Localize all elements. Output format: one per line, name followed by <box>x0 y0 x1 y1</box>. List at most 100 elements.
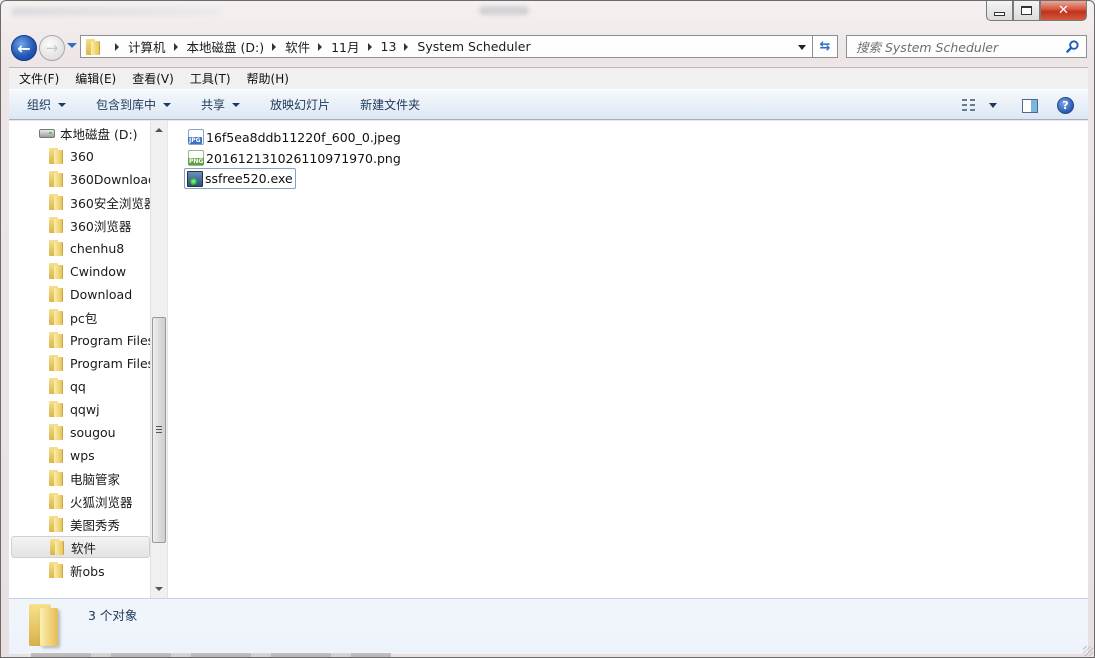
help-button[interactable]: ? <box>1057 97 1074 114</box>
folder-icon <box>49 332 63 348</box>
tree-item-folder[interactable]: pc包 <box>9 306 150 328</box>
search-icon[interactable] <box>1065 39 1080 54</box>
organize-button[interactable]: 组织 <box>27 96 67 113</box>
address-history-dropdown[interactable] <box>798 45 806 50</box>
scrollbar-thumb[interactable] <box>152 317 166 543</box>
explorer-window: ✕ ← → 计算机 本地磁盘 (D:) 软件 11月 13 System Sch… <box>0 0 1095 658</box>
details-pane: 3 个对象 <box>9 598 1088 654</box>
tree-item-folder[interactable]: wps <box>9 444 150 466</box>
tree-item-folder[interactable]: Program Files <box>9 329 150 351</box>
folder-icon <box>49 447 63 463</box>
breadcrumb-chevron-icon[interactable] <box>115 42 119 51</box>
share-button[interactable]: 共享 <box>201 96 241 113</box>
tree-item-folder[interactable]: 360浏览器 <box>9 214 150 236</box>
tree-item-label: wps <box>70 447 95 463</box>
nav-pane-scrollbar[interactable] <box>150 121 167 598</box>
forward-button[interactable]: → <box>39 35 65 61</box>
view-options-dropdown[interactable] <box>989 103 997 108</box>
breadcrumb-november[interactable]: 11月 <box>331 37 359 56</box>
breadcrumb-chevron-icon[interactable] <box>367 42 372 51</box>
scroll-down-icon[interactable] <box>155 587 163 591</box>
breadcrumb-chevron-icon[interactable] <box>318 42 323 51</box>
file-item-jpeg[interactable]: 16f5ea8ddb11220f_600_0.jpeg <box>186 127 403 147</box>
tree-item-folder[interactable]: Download <box>9 283 150 305</box>
folder-icon <box>49 516 63 532</box>
include-in-library-button[interactable]: 包含到库中 <box>96 96 172 113</box>
minimize-button[interactable] <box>986 1 1013 21</box>
tree-item-label: 新obs <box>70 563 105 579</box>
tree-item-label: 360Download <box>70 171 150 187</box>
navigation-row: ← → 计算机 本地磁盘 (D:) 软件 11月 13 System Sched… <box>1 32 1094 62</box>
tree-item-folder[interactable]: sougou <box>9 421 150 443</box>
folder-icon <box>49 240 63 256</box>
file-list[interactable]: 16f5ea8ddb11220f_600_0.jpeg 201612131026… <box>168 121 1088 598</box>
menu-view[interactable]: 查看(V) <box>132 70 174 87</box>
tree-item-folder[interactable]: chenhu8 <box>9 237 150 259</box>
menu-edit[interactable]: 编辑(E) <box>75 70 116 87</box>
tree-item-folder[interactable]: Program Files <box>9 352 150 374</box>
tree-item-folder[interactable]: 360安全浏览器 <box>9 191 150 213</box>
close-button[interactable]: ✕ <box>1040 1 1087 21</box>
menu-tools[interactable]: 工具(T) <box>190 70 231 87</box>
refresh-button[interactable]: ⇆ <box>812 35 838 58</box>
breadcrumb-chevron-icon[interactable] <box>173 42 178 51</box>
file-item-png[interactable]: 201612131026110971970.png <box>186 148 403 168</box>
recent-pages-dropdown[interactable] <box>67 43 77 48</box>
breadcrumb-drive-d[interactable]: 本地磁盘 (D:) <box>187 37 265 56</box>
tree-item-drive-d[interactable]: 本地磁盘 (D:) <box>9 122 150 144</box>
minimize-icon <box>994 11 1005 16</box>
scroll-up-icon[interactable] <box>155 128 163 132</box>
tree-item-folder[interactable]: qqwj <box>9 398 150 420</box>
tree-item-folder[interactable]: 美图秀秀 <box>9 513 150 535</box>
slideshow-button[interactable]: 放映幻灯片 <box>270 96 330 113</box>
back-button[interactable]: ← <box>11 35 37 61</box>
menu-file[interactable]: 文件(F) <box>19 70 59 87</box>
slideshow-label: 放映幻灯片 <box>270 98 331 112</box>
png-file-icon <box>188 150 205 166</box>
new-folder-button[interactable]: 新建文件夹 <box>360 96 420 113</box>
tree-item-label: Program Files <box>70 332 150 348</box>
breadcrumb-software[interactable]: 软件 <box>285 37 310 56</box>
organize-label: 组织 <box>27 98 52 112</box>
tree-item-folder[interactable]: 软件 <box>11 536 150 558</box>
breadcrumb-chevron-icon[interactable] <box>404 42 409 51</box>
tree-item-label: sougou <box>70 424 116 440</box>
grip-icon <box>156 426 162 433</box>
restore-button[interactable] <box>1013 1 1040 21</box>
tree-item-folder[interactable]: 360Download <box>9 168 150 190</box>
chevron-down-icon <box>163 102 172 107</box>
tree-item-folder[interactable]: qq <box>9 375 150 397</box>
title-bar-blurred-2 <box>479 6 529 15</box>
tree-item-folder[interactable]: 电脑管家 <box>9 467 150 489</box>
resize-grip[interactable] <box>1083 646 1093 656</box>
folder-icon <box>49 493 63 509</box>
breadcrumb-system-scheduler[interactable]: System Scheduler <box>417 39 530 54</box>
tree-item-label: qq <box>70 378 86 394</box>
menu-help[interactable]: 帮助(H) <box>247 70 289 87</box>
tree-item-label: pc包 <box>70 310 98 326</box>
tree-item-folder[interactable]: 新obs <box>9 559 150 581</box>
folder-icon <box>86 38 100 55</box>
tree-item-label: Program Files <box>70 355 150 371</box>
breadcrumb: 计算机 本地磁盘 (D:) 软件 11月 13 System Scheduler <box>107 37 531 56</box>
breadcrumb-computer[interactable]: 计算机 <box>128 37 166 56</box>
search-input[interactable]: 搜索 System Scheduler <box>846 35 1087 58</box>
exe-installer-icon <box>187 170 203 187</box>
chevron-down-icon <box>58 102 67 107</box>
breadcrumb-chevron-icon[interactable] <box>272 42 277 51</box>
change-view-icon[interactable] <box>962 98 978 113</box>
folder-icon <box>49 470 63 486</box>
file-name: 201612131026110971970.png <box>206 150 401 166</box>
tree-item-folder[interactable]: Cwindow <box>9 260 150 282</box>
tree-item-label: 电脑管家 <box>70 471 121 487</box>
tree-item-label: 火狐浏览器 <box>70 494 133 510</box>
folder-icon <box>49 309 63 325</box>
address-bar[interactable]: 计算机 本地磁盘 (D:) 软件 11月 13 System Scheduler <box>80 35 812 58</box>
breadcrumb-13[interactable]: 13 <box>381 39 397 54</box>
tree-item-folder[interactable]: 火狐浏览器 <box>9 490 150 512</box>
file-item-exe[interactable]: ssfree520.exe <box>184 168 296 189</box>
folder-icon <box>49 401 63 417</box>
tree-item-label: Download <box>70 286 133 302</box>
preview-pane-icon[interactable] <box>1022 98 1038 113</box>
tree-item-folder[interactable]: 360 <box>9 145 150 167</box>
